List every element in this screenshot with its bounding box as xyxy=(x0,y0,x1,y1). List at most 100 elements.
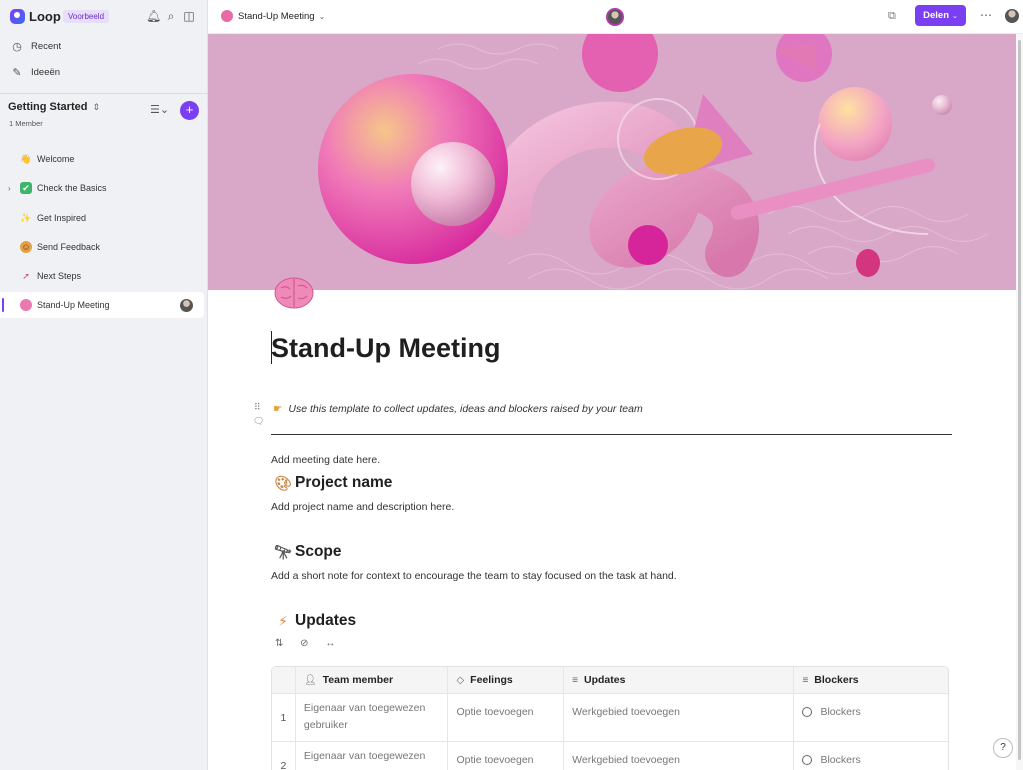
sidebar-page-next-steps[interactable]: ➚ Next Steps xyxy=(0,263,204,289)
template-tip[interactable]: ☛ Use this template to collect updates, … xyxy=(273,403,643,415)
copy-component-icon[interactable]: ⧉ xyxy=(888,10,896,23)
tag-icon: ◇ xyxy=(456,674,465,686)
updates-cell[interactable]: Werkgebied toevoegen xyxy=(564,742,795,770)
sidebar-page-label: Send Feedback xyxy=(37,242,101,252)
document-title[interactable]: Stand-Up Meeting xyxy=(271,333,501,364)
user-avatar[interactable] xyxy=(1005,9,1019,23)
nav-ideas[interactable]: ✎ Ideeën xyxy=(10,61,60,83)
text-lines-icon: ≡ xyxy=(572,674,578,686)
column-header-updates[interactable]: ≡ Updates xyxy=(564,667,795,693)
share-button[interactable]: Delen ⌄ xyxy=(915,5,966,26)
sidebar-header: Loop Voorbeeld 🔔︎ ⌕ ◫ xyxy=(0,0,208,34)
idea-icon: ✎ xyxy=(12,66,22,79)
updates-table: 👤︎ Team member ◇ Feelings ≡ Updates ≡ Blocke… xyxy=(271,666,949,770)
heading-updates-text: Updates xyxy=(295,612,357,629)
sidebar: Loop Voorbeeld 🔔︎ ⌕ ◫ ◷ Recent ✎ Ideeën … xyxy=(0,0,208,770)
sidebar-page-check-basics[interactable]: › ✔ Check the Basics xyxy=(0,175,204,201)
brain-icon: 🧠 xyxy=(20,299,32,311)
more-options-icon[interactable]: ⋯ xyxy=(980,8,992,22)
chevron-down-icon: ⌄ xyxy=(952,12,958,20)
sort-icon[interactable]: ⇅ xyxy=(275,638,283,649)
panel-toggle-icon[interactable]: ◫ xyxy=(182,9,196,23)
team-member-cell[interactable]: Eigenaar van toegewezen xyxy=(296,742,449,770)
app-name: Loop xyxy=(29,9,61,24)
workspace-title[interactable]: Getting Started ⇕ xyxy=(8,101,100,113)
heading-scope-text: Scope xyxy=(295,543,342,560)
palette-icon: 🎨︎ xyxy=(274,475,292,491)
share-button-label: Delen xyxy=(923,10,949,21)
project-description-text[interactable]: Add project name and description here. xyxy=(271,501,454,513)
divider-line xyxy=(271,434,952,435)
column-label: Team member xyxy=(322,674,394,686)
chevron-right-icon[interactable]: › xyxy=(8,184,11,193)
top-bar: Stand-Up Meeting ⌄ ⧉ Delen ⌄ ⋯ xyxy=(208,0,1023,34)
blockers-cell[interactable]: Blockers xyxy=(794,742,948,770)
task-checkbox[interactable] xyxy=(802,755,813,765)
sidebar-page-label: Welcome xyxy=(37,154,75,164)
expand-width-icon[interactable]: ↔ xyxy=(325,638,335,649)
table-row: 2 Eigenaar van toegewezen Optie toevoege… xyxy=(272,742,948,770)
switch-workspace-icon: ⇕ xyxy=(92,102,100,112)
sidebar-page-welcome[interactable]: 👋 Welcome xyxy=(0,146,204,172)
add-page-button[interactable]: + xyxy=(180,101,199,120)
person-icon: 👤︎ xyxy=(303,674,317,686)
row-number-header xyxy=(272,667,296,693)
blockers-text: Blockers xyxy=(820,706,861,718)
sidebar-page-label: Stand-Up Meeting xyxy=(37,300,110,310)
bell-icon[interactable]: 🔔︎ xyxy=(146,9,161,23)
meeting-date-text[interactable]: Add meeting date here. xyxy=(271,454,380,466)
scrollbar-thumb[interactable] xyxy=(1018,40,1021,760)
brain-icon[interactable] xyxy=(274,276,314,310)
feelings-cell[interactable]: Optie toevoegen xyxy=(448,742,565,770)
team-member-cell[interactable]: Eigenaar van toegewezen gebruiker xyxy=(296,694,449,741)
sidebar-page-label: Next Steps xyxy=(37,271,82,281)
column-header-team-member[interactable]: 👤︎ Team member xyxy=(296,667,449,693)
clock-icon: ◷ xyxy=(12,40,22,53)
task-checkbox[interactable] xyxy=(802,707,813,717)
document-title-menu[interactable]: Stand-Up Meeting ⌄ xyxy=(221,10,325,22)
nav-recent-label: Recent xyxy=(31,40,62,52)
heading-updates[interactable]: ⚡︎ Updates xyxy=(273,611,356,631)
sidebar-page-get-inspired[interactable]: ✨ Get Inspired xyxy=(0,205,204,231)
column-label: Feelings xyxy=(470,674,513,686)
search-icon[interactable]: ⌕ xyxy=(164,9,178,23)
lightning-icon: ⚡︎ xyxy=(278,613,288,629)
heading-project-name[interactable]: 🎨︎ Project name xyxy=(273,473,392,493)
rocket-icon: ➚ xyxy=(22,271,30,281)
workspace-title-text: Getting Started xyxy=(8,101,88,113)
presence-avatar[interactable] xyxy=(606,8,624,26)
brain-icon xyxy=(221,10,233,22)
preview-badge: Voorbeeld xyxy=(63,10,110,23)
pointing-hand-icon: ☛ xyxy=(273,403,283,415)
column-label: Updates xyxy=(583,674,626,686)
column-label: Blockers xyxy=(814,674,859,686)
sidebar-page-stand-up-meeting[interactable]: 🧠 Stand-Up Meeting xyxy=(0,292,204,318)
column-header-blockers[interactable]: ≡ Blockers xyxy=(794,667,948,693)
text-lines-icon: ≡ xyxy=(802,674,809,686)
cover-image xyxy=(208,34,1016,290)
help-button[interactable]: ? xyxy=(993,738,1013,758)
chevron-down-icon: ⌄ xyxy=(318,11,326,21)
sort-menu-icon[interactable]: ☰⌄ xyxy=(150,103,169,116)
row-number: 2 xyxy=(272,742,296,770)
heading-scope[interactable]: 🔭︎ Scope xyxy=(273,542,342,562)
heading-project-name-text: Project name xyxy=(295,474,393,491)
template-tip-text: Use this template to collect updates, id… xyxy=(288,403,643,415)
feelings-cell[interactable]: Optie toevoegen xyxy=(448,694,565,741)
document-title-label: Stand-Up Meeting xyxy=(238,10,315,22)
comment-icon[interactable]: 🗨︎ xyxy=(253,416,264,427)
cover-artwork xyxy=(208,34,1016,290)
collaborator-avatar xyxy=(180,298,193,312)
updates-cell[interactable]: Werkgebied toevoegen xyxy=(564,694,795,741)
sidebar-page-label: Check the Basics xyxy=(37,183,107,193)
drag-handle-icon[interactable]: ⠿ xyxy=(254,402,261,412)
hide-columns-icon[interactable]: ⊘ xyxy=(300,638,308,649)
nav-recent[interactable]: ◷ Recent xyxy=(10,35,61,57)
scope-description-text[interactable]: Add a short note for context to encourag… xyxy=(271,570,677,582)
loop-logo-icon[interactable] xyxy=(10,9,25,24)
sidebar-page-send-feedback[interactable]: ☺ Send Feedback xyxy=(0,234,204,260)
blockers-cell[interactable]: Blockers xyxy=(794,694,948,741)
column-header-feelings[interactable]: ◇ Feelings xyxy=(448,667,565,693)
sparkles-icon: ✨ xyxy=(20,213,32,223)
table-header-row: 👤︎ Team member ◇ Feelings ≡ Updates ≡ Blocke… xyxy=(272,667,948,694)
